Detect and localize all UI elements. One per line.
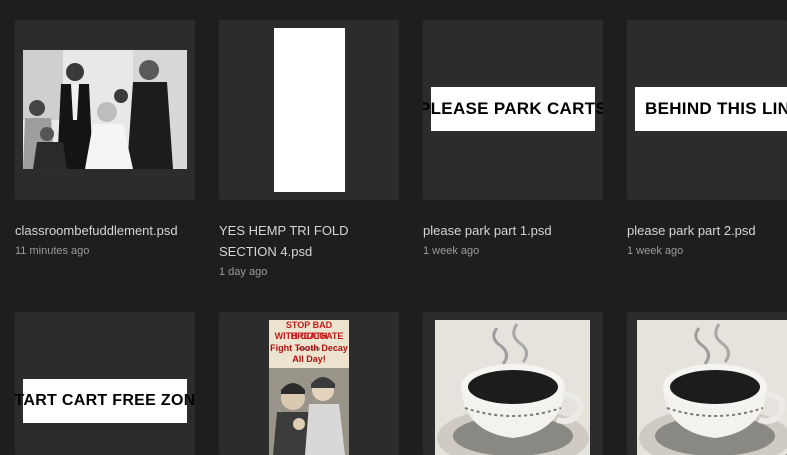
file-thumbnail[interactable] (627, 312, 787, 455)
file-modified-time: 11 minutes ago (15, 245, 90, 257)
blank-page-image (274, 28, 345, 192)
file-name[interactable]: please park part 2.psd (627, 220, 787, 241)
file-thumbnail[interactable]: PLEASE PARK CARTS (423, 20, 603, 200)
sign-image: START CART FREE ZONE (15, 379, 195, 423)
coffee-cup-image (435, 320, 590, 455)
file-name[interactable]: YES HEMP TRI FOLD SECTION 4.psd (219, 220, 399, 262)
file-thumbnail[interactable]: START CART FREE ZONE (15, 312, 195, 455)
file-thumbnail[interactable] (423, 312, 603, 455)
sign-text: BEHIND THIS LINE (645, 99, 787, 118)
colgate-ad-image: STOP BAD BREATH WITH COLGATE WHILE YOU F… (269, 320, 349, 455)
file-thumbnail[interactable]: STOP BAD BREATH WITH COLGATE WHILE YOU F… (219, 312, 399, 455)
file-name[interactable]: classroombefuddlement.psd (15, 220, 195, 241)
sign-text: START CART FREE ZONE (15, 392, 195, 409)
file-modified-time: 1 week ago (627, 245, 684, 257)
sign-text: PLEASE PARK CARTS (423, 99, 603, 118)
file-name[interactable]: please park part 1.psd (423, 220, 603, 241)
file-thumbnail[interactable]: BEHIND THIS LINE (627, 20, 787, 200)
sign-image: PLEASE PARK CARTS (423, 87, 603, 131)
recent-files-grid: classroombefuddlement.psd 11 minutes ago… (0, 0, 787, 455)
ad-illustration (269, 368, 349, 455)
file-thumbnail[interactable] (219, 20, 399, 200)
sign-image: BEHIND THIS LINE (635, 87, 787, 131)
file-thumbnail[interactable] (15, 20, 195, 200)
file-modified-time: 1 week ago (423, 245, 480, 257)
coffee-cup-image (637, 320, 787, 455)
file-modified-time: 1 day ago (219, 266, 268, 278)
classroom-photo-image (23, 50, 187, 169)
